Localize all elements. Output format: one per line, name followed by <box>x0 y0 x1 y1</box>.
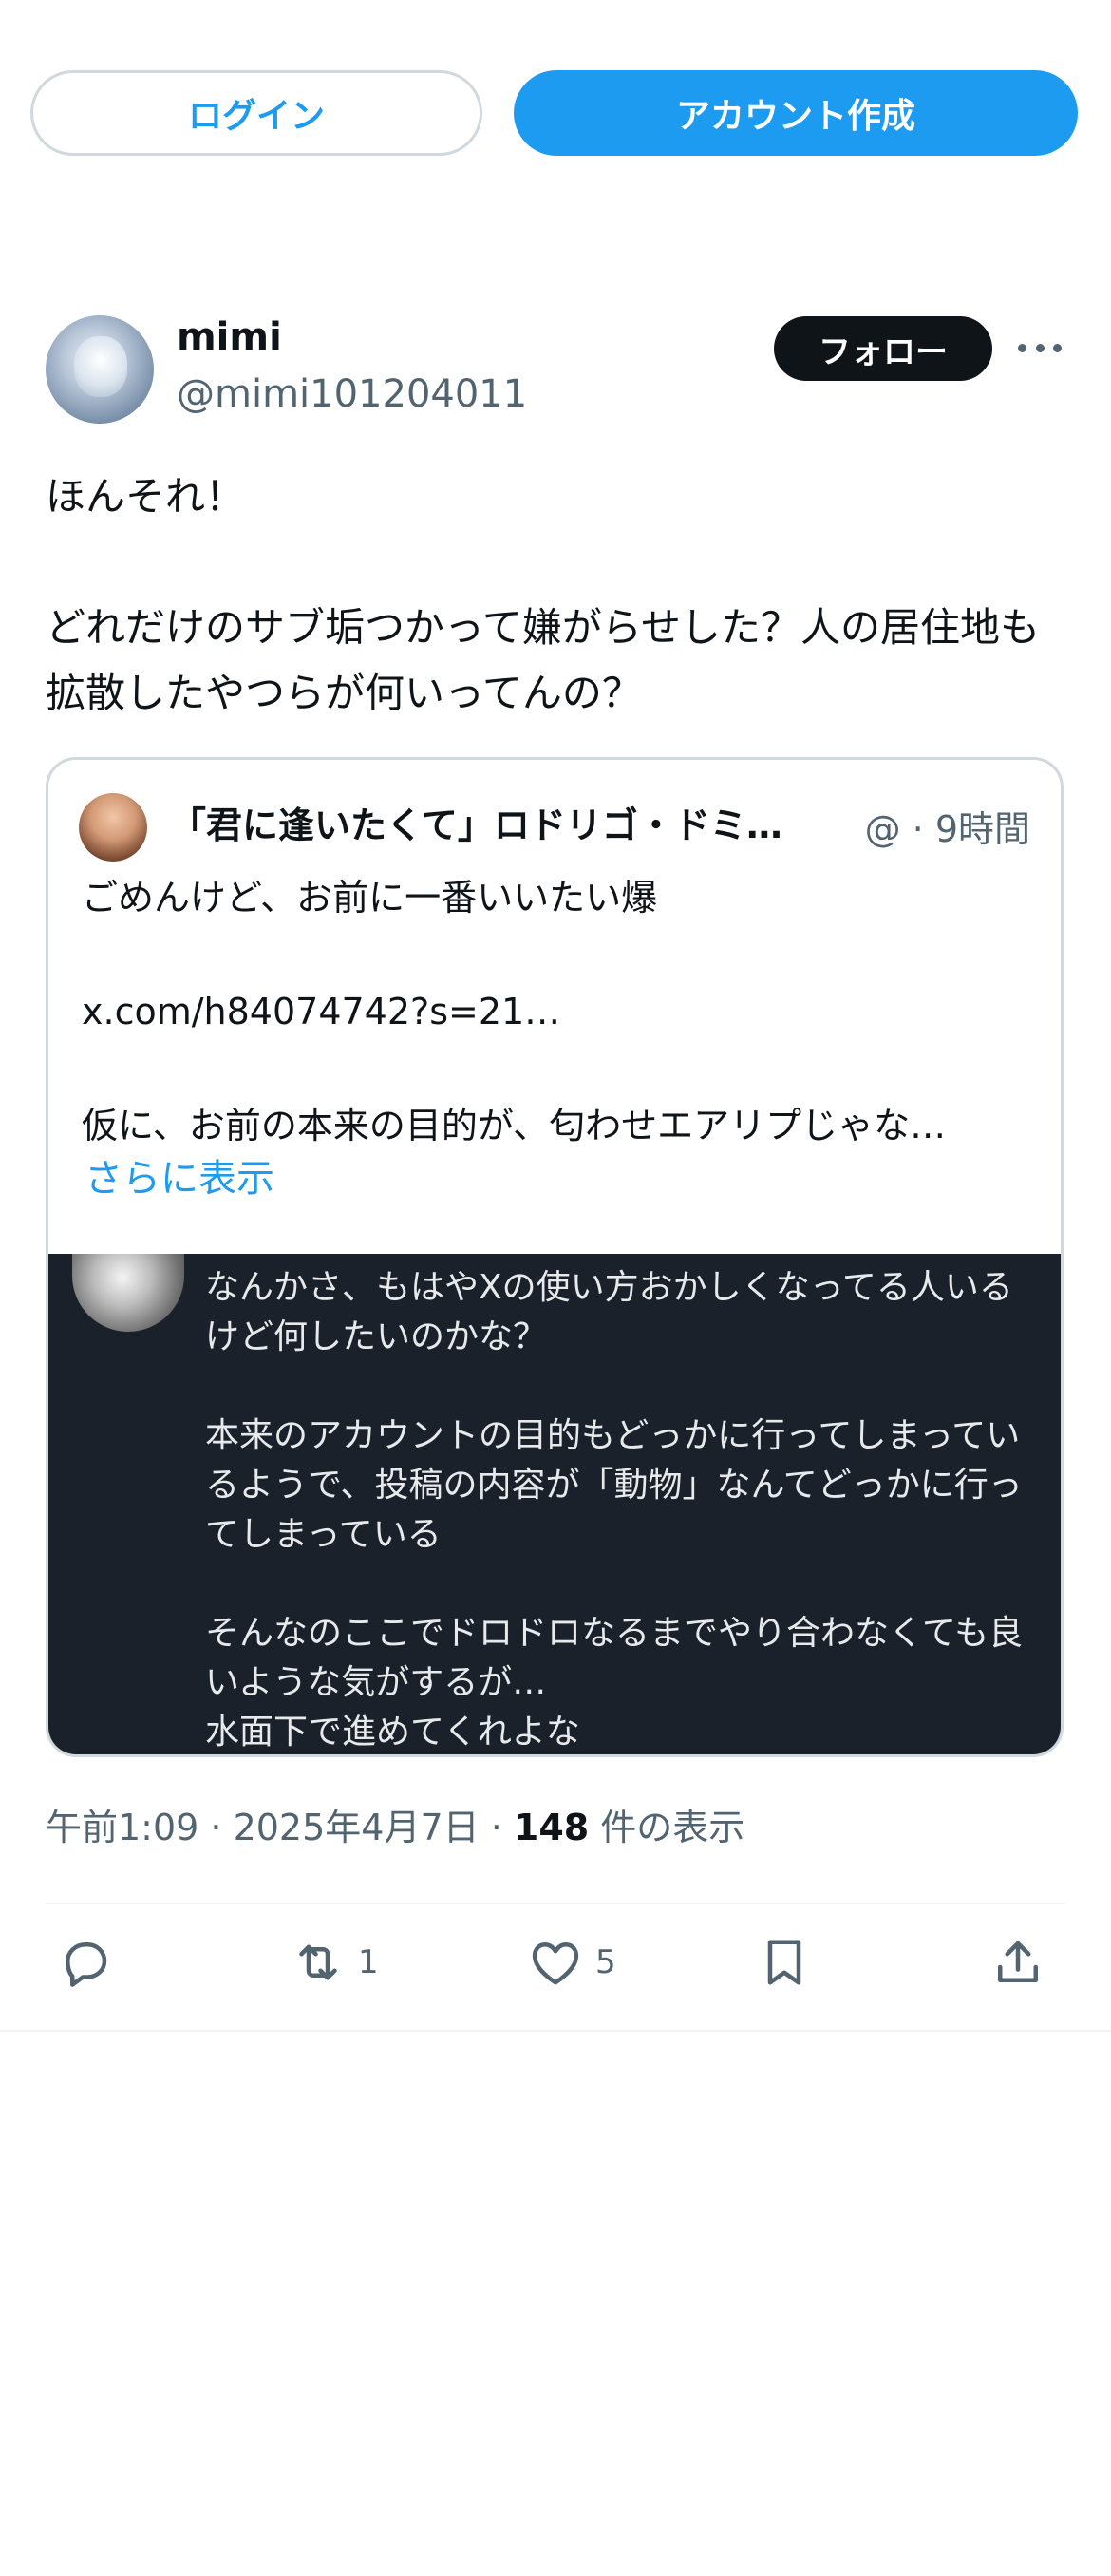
signup-button[interactable]: アカウント作成 <box>514 70 1078 156</box>
divider <box>0 2030 1111 2032</box>
show-more-link[interactable]: さらに表示 <box>85 1147 274 1203</box>
heart-icon <box>532 1942 579 1985</box>
views-count: 148 <box>513 1807 590 1848</box>
auth-bar: ログイン アカウント作成 <box>0 0 1111 190</box>
divider <box>46 1903 1065 1904</box>
bookmark-button[interactable] <box>756 1934 813 1991</box>
quoted-text: ごめんけど、お前に一番いいたい爆 x.com/h84074742?s=21… 仮… <box>82 877 947 1146</box>
reply-icon <box>66 1942 107 1987</box>
like-button[interactable]: 5 <box>527 1934 616 1991</box>
handle[interactable]: @mimi101204011 <box>177 372 527 416</box>
share-icon <box>998 1941 1038 1982</box>
media-text: なんかさ、もはやXの使い方おかしくなってる人いるけど何したいのかな？ 本来のアカ… <box>205 1268 1024 1752</box>
quoted-media-image[interactable]: なんかさ、もはやXの使い方おかしくなってる人いるけど何したいのかな？ 本来のアカ… <box>48 1254 1061 1754</box>
repost-icon <box>299 1944 337 1980</box>
quoted-post-card[interactable]: 「君に逢いたくて」ロドリゴ・ドミ… @ · 9時間 ごめんけど、お前に一番いいた… <box>46 757 1064 1757</box>
quoted-meta: @ · 9時間 <box>864 808 1030 850</box>
repost-button[interactable]: 1 <box>290 1934 379 1991</box>
reply-button[interactable] <box>57 1934 114 1991</box>
repost-count: 1 <box>358 1943 379 1981</box>
quoted-display-name: 「君に逢いたくて」ロドリゴ・ドミ… <box>170 805 782 846</box>
like-count: 5 <box>595 1943 616 1981</box>
more-options-icon[interactable] <box>1018 331 1062 365</box>
display-name[interactable]: mimi <box>177 315 282 359</box>
follow-button[interactable]: フォロー <box>774 316 992 381</box>
post-timestamp: 午前1:09 · 2025年4月7日 · 148 件の表示 <box>46 1798 744 1850</box>
login-button[interactable]: ログイン <box>30 70 482 156</box>
post-text: ほんそれ！ どれだけのサブ垢つかって嫌がらせした？人の居住地も拡散したやつらが何… <box>46 473 1041 716</box>
action-bar: 1 5 <box>0 1919 1111 2014</box>
avatar[interactable] <box>46 315 154 424</box>
share-button[interactable] <box>989 1934 1046 1991</box>
views-label: 件の表示 <box>589 1807 745 1848</box>
media-avatar <box>72 1254 184 1332</box>
quoted-avatar <box>79 793 147 862</box>
timestamp-text[interactable]: 午前1:09 · 2025年4月7日 · <box>46 1807 514 1848</box>
bookmark-icon <box>767 1940 801 1985</box>
